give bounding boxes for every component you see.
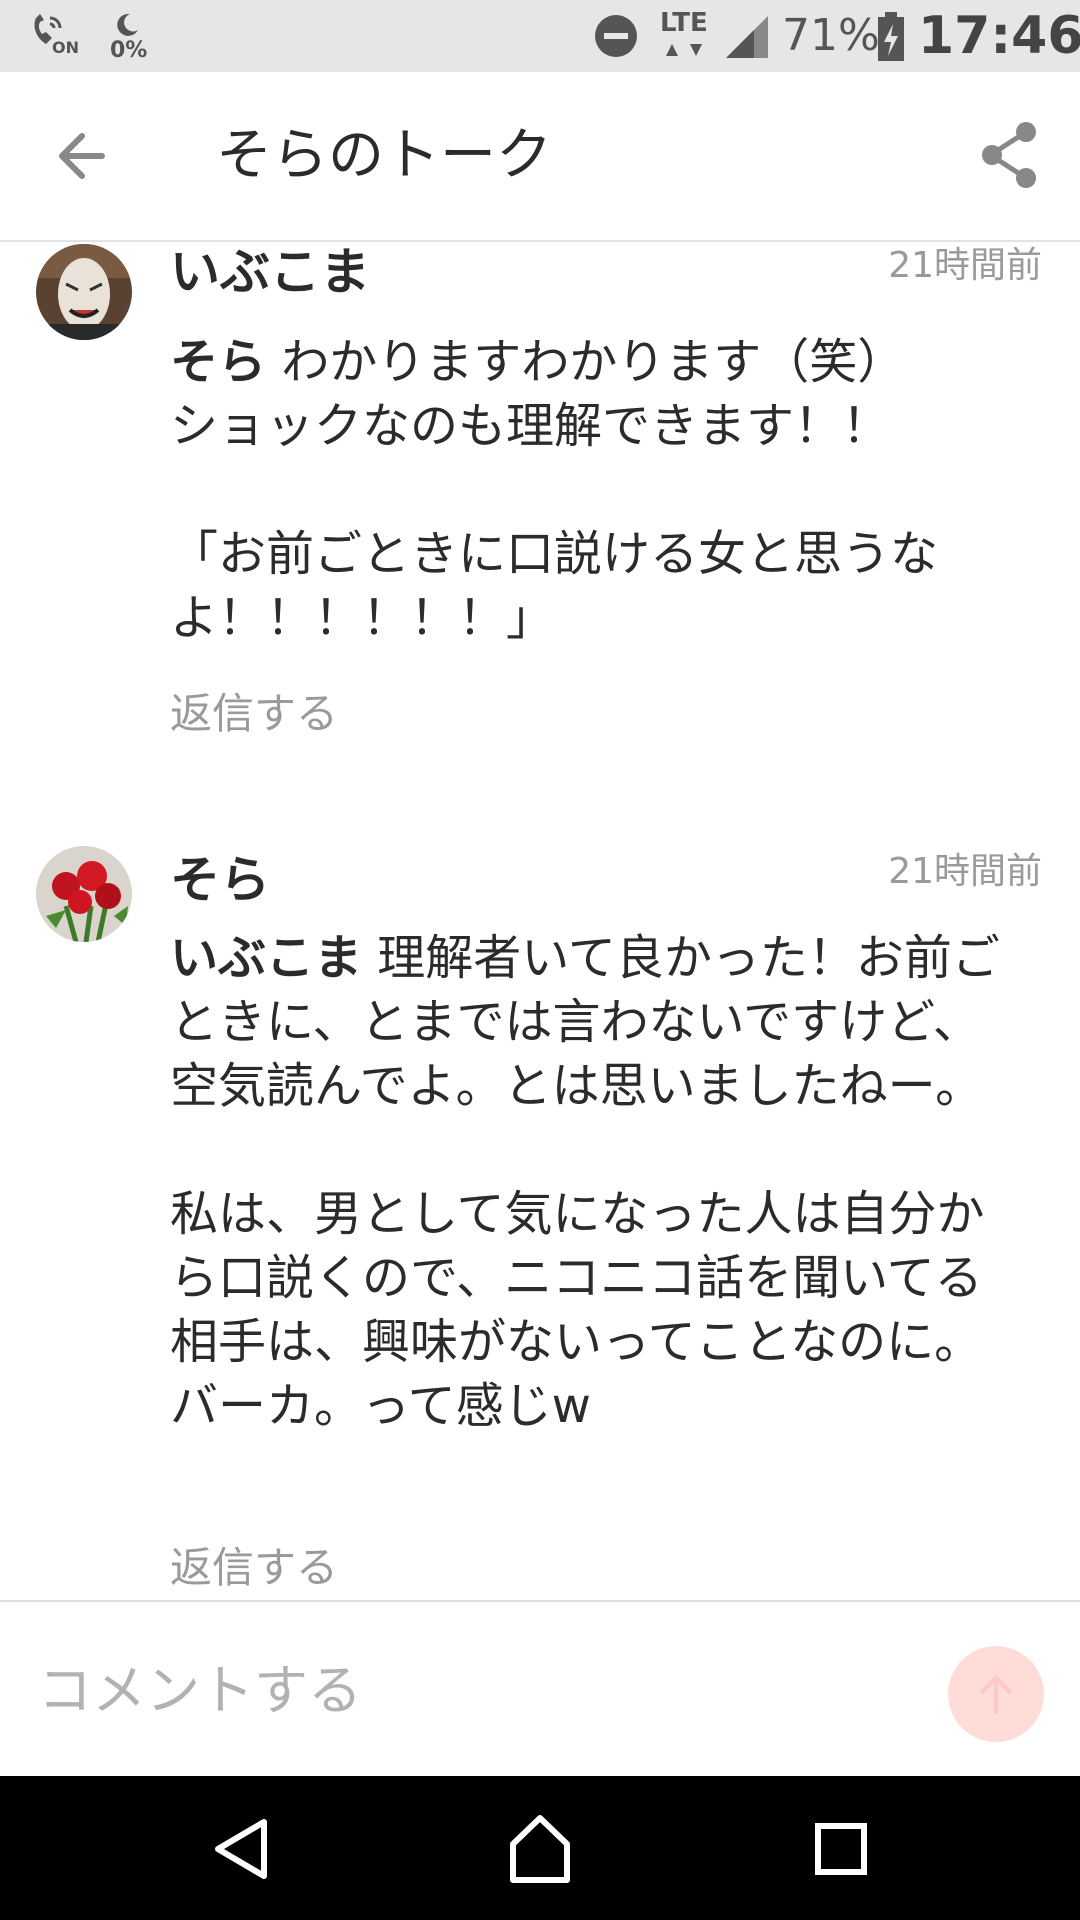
nav-home-button[interactable] [495, 1804, 585, 1894]
roses-avatar-icon [36, 846, 132, 942]
avatar[interactable] [36, 846, 132, 942]
arrow-up-icon [980, 1675, 1012, 1714]
data-arrows-icon [664, 42, 704, 64]
comment-text: わかりますわかります（笑） ショックなのも理解できます！！ 「お前ごときに口説け… [170, 334, 939, 646]
send-button[interactable] [948, 1646, 1044, 1742]
comment-body: いぶこま 理解者いて良かった！お前ごときに、とまでは言わないですけど、空気読んで… [170, 926, 1020, 1438]
comment-item: そら 21時間前 いぶこま 理解者いて良かった！お前ごときに、とまでは言わないで… [0, 846, 1080, 1600]
clock: 17:46 [918, 6, 1080, 66]
nav-back-button[interactable] [196, 1804, 286, 1894]
comment-author[interactable]: いぶこま [170, 242, 370, 304]
comment-author[interactable]: そら [170, 848, 270, 912]
square-recents-icon [815, 1823, 867, 1875]
comment-text: 理解者いて良かった！お前ごときに、とまでは言わないですけど、空気読んでよ。とは思… [170, 930, 1000, 1434]
comment-list[interactable]: いぶこま 21時間前 そら わかりますわかります（笑） ショックなのも理解できま… [0, 242, 1080, 1600]
comment-timestamp: 21時間前 [888, 851, 1042, 892]
comment-composer [0, 1600, 1080, 1778]
status-bar: ON 0% LTE 71% 17:46 [0, 0, 1080, 72]
comment-input[interactable] [38, 1648, 898, 1732]
do-not-disturb-icon [594, 14, 638, 62]
comment-item: いぶこま 21時間前 そら わかりますわかります（笑） ショックなのも理解できま… [0, 242, 1080, 802]
share-button[interactable] [970, 116, 1050, 196]
back-button[interactable] [40, 116, 130, 196]
mention[interactable]: そら [170, 334, 266, 390]
reply-button[interactable]: 返信する [170, 686, 338, 742]
share-icon [982, 122, 1036, 188]
app-bar: そらのトーク [0, 72, 1080, 242]
battery-charging-icon [876, 12, 906, 66]
data-saver-percent: 0% [110, 38, 148, 63]
on-label: ON [52, 38, 79, 57]
system-nav-bar [0, 1776, 1080, 1920]
comment-body: そら わかりますわかります（笑） ショックなのも理解できます！！ 「お前ごときに… [170, 330, 1020, 650]
reply-button[interactable]: 返信する [170, 1540, 338, 1596]
home-icon [510, 1815, 570, 1883]
nav-recents-button[interactable] [796, 1804, 886, 1894]
comment-timestamp: 21時間前 [888, 245, 1042, 286]
battery-percent: 71% [782, 10, 880, 61]
triangle-back-icon [215, 1819, 267, 1879]
arrow-left-icon [59, 133, 105, 179]
avatar[interactable] [36, 244, 132, 340]
mask-avatar-icon [36, 244, 132, 340]
signal-icon [724, 14, 770, 64]
network-type: LTE [660, 8, 708, 38]
page-title: そらのトーク [216, 123, 552, 188]
mention[interactable]: いぶこま [170, 930, 362, 986]
